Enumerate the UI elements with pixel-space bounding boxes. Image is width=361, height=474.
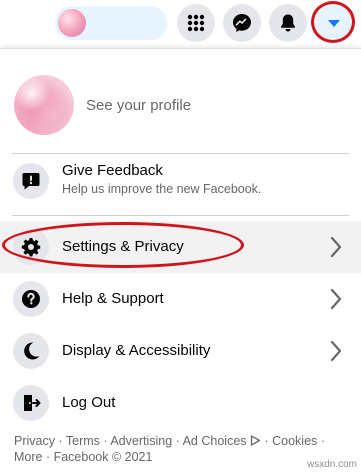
top-bar (0, 0, 361, 46)
log-out-item[interactable]: Log Out (0, 377, 361, 429)
chevron-right-icon (330, 340, 342, 362)
give-feedback-label: Give Feedback (62, 162, 163, 179)
chevron-right-icon (330, 288, 342, 310)
grid-icon (187, 14, 205, 32)
give-feedback-item[interactable]: Give Feedback Help us improve the new Fa… (0, 153, 361, 207)
notifications-button[interactable] (269, 4, 307, 42)
footer-link-cookies[interactable]: Cookies (272, 434, 317, 448)
annotation-ellipse (2, 222, 244, 268)
footer-link-more[interactable]: More (14, 450, 42, 464)
question-icon (22, 290, 40, 308)
bell-icon (281, 14, 295, 32)
menu-button[interactable] (177, 4, 215, 42)
footer-link-ad-choices[interactable]: Ad Choices (183, 434, 261, 448)
give-feedback-sublabel: Help us improve the new Facebook. (62, 182, 262, 196)
see-profile-label: See your profile (86, 97, 192, 114)
footer-links: Privacy · Terms · Advertising · Ad Choic… (14, 434, 325, 464)
annotation-circle (311, 1, 355, 43)
profile-avatar (14, 75, 74, 135)
logout-icon-wrap (13, 385, 49, 421)
display-icon-wrap (13, 333, 49, 369)
help-support-label: Help & Support (62, 290, 164, 307)
avatar (58, 9, 86, 37)
help-support-item[interactable]: Help & Support (0, 273, 361, 325)
moon-icon (24, 342, 40, 360)
divider (12, 215, 349, 216)
footer-link-privacy[interactable]: Privacy (14, 434, 55, 448)
help-icon-wrap (13, 281, 49, 317)
log-out-label: Log Out (62, 394, 116, 411)
footer-link-advertising[interactable]: Advertising (110, 434, 172, 448)
messenger-button[interactable] (223, 4, 261, 42)
profile-shortcut[interactable] (55, 6, 167, 40)
see-profile-row[interactable]: See your profile (0, 59, 361, 151)
display-accessibility-label: Display & Accessibility (62, 342, 211, 359)
footer-copyright: Facebook © 2021 (53, 450, 153, 464)
chevron-right-icon (330, 236, 342, 258)
display-accessibility-item[interactable]: Display & Accessibility (0, 325, 361, 377)
exclamation-icon (22, 173, 40, 190)
watermark: wsxdn.com (306, 459, 357, 470)
ad-choices-icon (250, 435, 261, 446)
logout-icon (24, 395, 41, 411)
footer-link-terms[interactable]: Terms (66, 434, 100, 448)
messenger-icon (233, 14, 251, 32)
feedback-icon-wrap (13, 163, 49, 199)
